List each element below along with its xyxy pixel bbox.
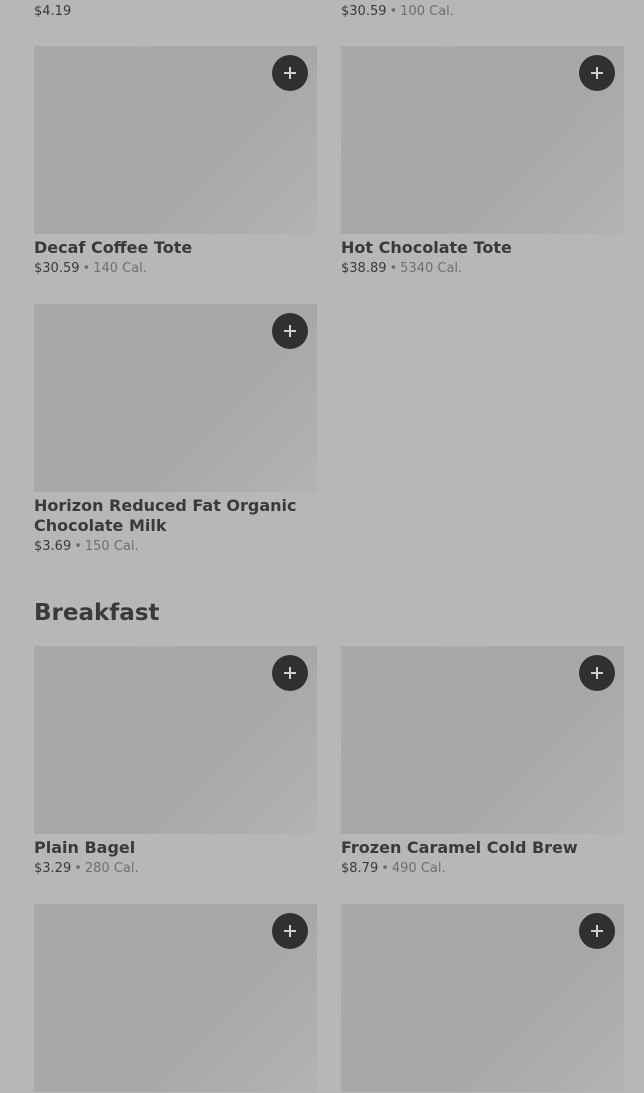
item-calories: 140 Cal.	[93, 261, 147, 276]
menu-page: $4.19 $30.59 • 100 Cal. Decaf Coffee Tote …	[0, 0, 644, 1093]
add-item-button[interactable]	[579, 55, 615, 91]
add-item-button[interactable]	[272, 313, 308, 349]
menu-item-card[interactable]	[341, 904, 624, 1092]
item-meta: $3.69 • 150 Cal.	[34, 539, 317, 555]
item-name[interactable]: Plain Bagel	[34, 838, 317, 858]
add-item-button[interactable]	[272, 913, 308, 949]
item-name[interactable]: Horizon Reduced Fat Organic Chocolate Mi…	[34, 496, 317, 536]
plus-icon	[591, 667, 603, 679]
add-item-button[interactable]	[579, 655, 615, 691]
plus-icon	[284, 67, 296, 79]
separator-dot: •	[82, 261, 91, 276]
partial-item-left[interactable]: $4.19	[34, 4, 71, 20]
item-name[interactable]: Hot Chocolate Tote	[341, 238, 624, 258]
menu-item-card[interactable]: Horizon Reduced Fat Organic Chocolate Mi…	[34, 304, 317, 555]
item-calories: 280 Cal.	[84, 861, 139, 876]
menu-item-card[interactable]: Frozen Caramel Cold Brew $8.79 • 490 Cal.	[341, 646, 624, 877]
add-item-button[interactable]	[579, 913, 615, 949]
partial-item-right[interactable]: $30.59 • 100 Cal.	[341, 4, 454, 20]
item-image[interactable]	[34, 646, 317, 834]
item-image[interactable]	[34, 904, 317, 1092]
item-price: $3.69	[34, 539, 72, 554]
item-name[interactable]: Frozen Caramel Cold Brew	[341, 838, 624, 858]
separator-dot: •	[74, 539, 82, 554]
separator-dot: •	[389, 261, 398, 276]
item-price: $4.19	[34, 4, 72, 19]
item-name[interactable]: Decaf Coffee Tote	[34, 238, 317, 258]
menu-item-card[interactable]: Decaf Coffee Tote $30.59 • 140 Cal.	[34, 46, 317, 277]
plus-icon	[591, 925, 603, 937]
item-meta: $3.29 • 280 Cal.	[34, 861, 317, 877]
item-image[interactable]	[341, 904, 624, 1092]
item-calories: 5340 Cal.	[400, 261, 463, 276]
add-item-button[interactable]	[272, 655, 308, 691]
item-image[interactable]	[34, 304, 317, 492]
item-image[interactable]	[34, 46, 317, 234]
section-title-breakfast: Breakfast	[34, 600, 160, 626]
item-price: $30.59	[341, 4, 387, 19]
item-price: $3.29	[34, 861, 72, 876]
item-calories: 490 Cal.	[391, 861, 446, 876]
plus-icon	[284, 325, 296, 337]
item-meta: $38.89 • 5340 Cal.	[341, 261, 624, 277]
separator-dot: •	[381, 861, 389, 876]
item-price: $38.89	[341, 261, 387, 276]
item-image[interactable]	[341, 46, 624, 234]
plus-icon	[284, 667, 296, 679]
separator-dot: •	[74, 861, 82, 876]
menu-item-card[interactable]: Hot Chocolate Tote $38.89 • 5340 Cal.	[341, 46, 624, 277]
item-price: $8.79	[341, 861, 379, 876]
item-calories: 150 Cal.	[84, 539, 139, 554]
menu-item-card[interactable]	[34, 904, 317, 1092]
item-meta: $30.59 • 140 Cal.	[34, 261, 317, 277]
item-meta: $8.79 • 490 Cal.	[341, 861, 624, 877]
item-price: $30.59	[34, 261, 80, 276]
plus-icon	[284, 925, 296, 937]
item-image[interactable]	[341, 646, 624, 834]
add-item-button[interactable]	[272, 55, 308, 91]
separator-dot: •	[389, 4, 398, 19]
plus-icon	[591, 67, 603, 79]
menu-item-card[interactable]: Plain Bagel $3.29 • 280 Cal.	[34, 646, 317, 877]
partial-item-row: $4.19 $30.59 • 100 Cal.	[34, 0, 624, 24]
item-calories: 100 Cal.	[400, 4, 454, 19]
